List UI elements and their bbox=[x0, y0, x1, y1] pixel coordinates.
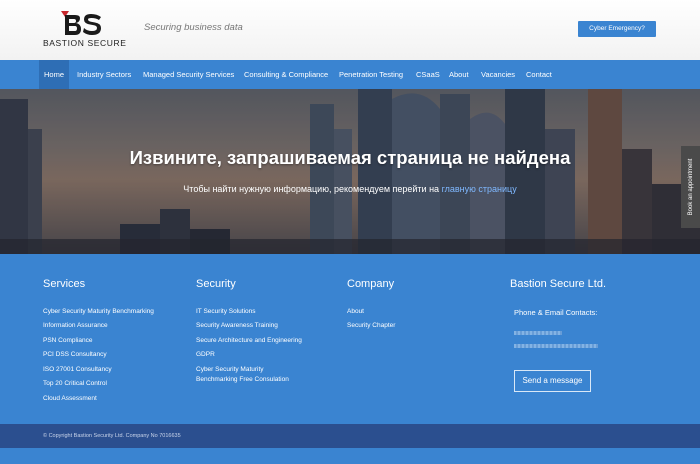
nav-item-vacancies[interactable]: Vacancies bbox=[476, 60, 520, 89]
hero-banner: Извините, запрашиваемая страница не найд… bbox=[0, 89, 700, 254]
book-appointment-label: Book an appointment bbox=[687, 158, 694, 216]
nav-item-penetration-testing[interactable]: Penetration Testing bbox=[334, 60, 408, 89]
site-header: BASTION SECURE Securing business data Cy… bbox=[0, 0, 700, 60]
footer-link[interactable]: GDPR bbox=[196, 350, 215, 359]
redacted-email bbox=[514, 344, 598, 348]
footer-link[interactable]: PCI DSS Consultancy bbox=[43, 350, 107, 359]
nav-item-consulting-compliance[interactable]: Consulting & Compliance bbox=[239, 60, 333, 89]
services-heading: Services bbox=[43, 278, 86, 290]
company-heading: Company bbox=[347, 278, 395, 290]
contacts-label: Phone & Email Contacts: bbox=[514, 308, 598, 317]
footer-link[interactable]: Security Awareness Training bbox=[196, 321, 278, 330]
footer-link[interactable]: Information Assurance bbox=[43, 321, 108, 330]
main-nav: Home Industry Sectors Managed Security S… bbox=[0, 60, 700, 89]
footer-link[interactable]: Cloud Assessment bbox=[43, 394, 97, 403]
footer-link[interactable]: About bbox=[347, 307, 364, 316]
bs-logo-icon bbox=[61, 11, 101, 35]
footer-link[interactable]: IT Security Solutions bbox=[196, 307, 256, 316]
copyright-bar: © Copyright Bastion Security Ltd. Compan… bbox=[0, 424, 700, 448]
copyright-text: © Copyright Bastion Security Ltd. Compan… bbox=[43, 433, 181, 439]
footer-link[interactable]: Cyber Security Maturity Benchmarking bbox=[43, 307, 154, 316]
logo-text: BASTION SECURE bbox=[43, 38, 127, 48]
cyber-emergency-button[interactable]: Cyber Emergency? bbox=[578, 21, 656, 37]
nav-item-home[interactable]: Home bbox=[39, 60, 70, 89]
redacted-phone bbox=[514, 331, 562, 335]
nav-item-about[interactable]: About bbox=[444, 60, 474, 89]
homepage-link[interactable]: главную страницу bbox=[442, 184, 517, 194]
hero-subtitle: Чтобы найти нужную информацию, рекоменду… bbox=[0, 184, 700, 194]
bastion-heading: Bastion Secure Ltd. bbox=[510, 278, 607, 290]
page-title: Извините, запрашиваемая страница не найд… bbox=[129, 147, 571, 168]
footer-link[interactable]: Security Chapter bbox=[347, 321, 395, 330]
nav-item-contact[interactable]: Contact bbox=[521, 60, 557, 89]
footer-link[interactable]: ISO 27001 Consultancy bbox=[43, 365, 112, 374]
tagline: Securing business data bbox=[144, 22, 243, 33]
security-heading: Security bbox=[196, 278, 236, 290]
brand-logo[interactable]: BASTION SECURE bbox=[43, 9, 129, 49]
footer-link[interactable]: Benchmarking Free Consulation bbox=[196, 375, 289, 384]
footer-link[interactable]: Secure Architecture and Engineering bbox=[196, 336, 302, 345]
send-message-button[interactable]: Send a message bbox=[514, 370, 591, 392]
nav-item-csaas[interactable]: CSaaS bbox=[411, 60, 445, 89]
footer-link[interactable]: PSN Compliance bbox=[43, 336, 93, 345]
book-appointment-tab[interactable]: Book an appointment bbox=[681, 146, 700, 228]
footer-link[interactable]: Cyber Security Maturity bbox=[196, 365, 264, 374]
nav-item-managed-security-services[interactable]: Managed Security Services bbox=[138, 60, 239, 89]
footer-link[interactable]: Top 20 Critical Control bbox=[43, 379, 107, 388]
nav-item-industry-sectors[interactable]: Industry Sectors bbox=[72, 60, 136, 89]
hero-subtitle-text: Чтобы найти нужную информацию, рекоменду… bbox=[183, 184, 442, 194]
